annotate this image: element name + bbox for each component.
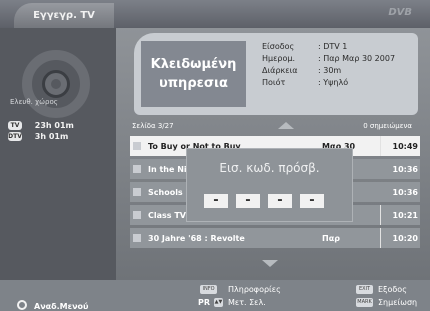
recording-row[interactable]: 30 Jahre '68 : Revolte Παρ 10:20 — [130, 228, 420, 248]
exit-help-label: Εξοδος — [378, 285, 407, 294]
dvb-logo: DVB — [388, 7, 412, 18]
pin-digit-2[interactable]: - — [236, 194, 260, 208]
locked-service-title-line1: Κλειδωμένη — [150, 57, 237, 72]
page-updown-icon: ▲▼ — [214, 298, 223, 307]
quality-row: Ποιότ : Υψηλό — [262, 78, 412, 90]
program-info-card: Κλειδωμένη υπηρεσια Είσοδος : DTV 1 Ημερο… — [134, 33, 418, 115]
input-row: Είσοδος : DTV 1 — [262, 42, 412, 54]
recorded-tv-screen: Εγγεγρ. TV DVB Ελευθ. χώρος TV 23h 01m D… — [0, 0, 430, 311]
mark-checkbox[interactable] — [133, 142, 141, 150]
recording-title: 30 Jahre '68 : Revolte — [148, 234, 245, 243]
recording-time: 10:20 — [392, 234, 418, 243]
dtv-duration-value: 3h 01m — [34, 132, 69, 141]
input-value: : DTV 1 — [318, 42, 348, 51]
recording-day: Παρ — [322, 234, 340, 243]
locked-service-title-line2: υπηρεσια — [159, 76, 228, 91]
page-indicator: Σελίδα 3/27 — [132, 122, 174, 130]
recorded-tv-tab[interactable]: Εγγεγρ. TV — [14, 3, 114, 28]
pin-digit-4[interactable]: - — [300, 194, 324, 208]
tv-duration-value: 23h 01m — [34, 121, 74, 130]
input-label: Είσοδος — [262, 42, 295, 51]
mark-checkbox[interactable] — [133, 165, 141, 173]
quality-label: Ποιότ — [262, 78, 286, 87]
recording-time: 10:49 — [392, 142, 418, 151]
storage-donut-icon — [22, 50, 90, 118]
mark-help-label: Σημείωση — [378, 298, 418, 307]
help-bar: Αναδ.Μενού INFO Πληροφορίες PR ▲▼ Μετ. Σ… — [0, 280, 430, 311]
mark-checkbox[interactable] — [133, 211, 141, 219]
date-label: Ημερομ. — [262, 54, 296, 63]
mark-key-icon: MARK — [356, 298, 373, 307]
info-key-icon: INFO — [200, 285, 217, 294]
pin-dialog-title: Εισ. κωδ. πρόσβ. — [219, 161, 320, 175]
tv-source-icon: TV — [8, 121, 22, 130]
program-details: Είσοδος: DTV 1 Ημερομ.: Παρ Μαρ 30 2007 … — [262, 42, 412, 90]
free-space-label: Ελευθ. χώρος — [10, 98, 58, 106]
locked-service-preview: Κλειδωμένη υπηρεσια — [141, 41, 246, 107]
replay-menu-label: Αναδ.Μενού — [34, 302, 89, 311]
dtv-source-icon: DTV — [8, 132, 22, 141]
duration-label: Διάρκεια — [262, 66, 298, 75]
pin-digit-3[interactable]: - — [268, 194, 292, 208]
duration-row: Διάρκεια : 30m — [262, 66, 412, 78]
page-move-label: Μετ. Σελ. — [228, 298, 266, 307]
pin-digit-1[interactable]: - — [204, 194, 228, 208]
exit-key-icon: EXIT — [356, 285, 373, 294]
list-header: Σελίδα 3/27 0 σημειώμενα — [124, 120, 424, 132]
date-value: : Παρ Μαρ 30 2007 — [318, 54, 396, 63]
duration-value: : 30m — [318, 66, 342, 75]
replay-icon — [17, 300, 27, 310]
dtv-recordings-duration: DTV 3h 01m — [8, 132, 68, 144]
marked-count: 0 σημειώμενα — [363, 122, 412, 130]
left-panel: Ελευθ. χώρος TV 23h 01m DTV 3h 01m — [0, 28, 116, 280]
scroll-down-icon[interactable] — [262, 260, 278, 267]
scroll-up-icon[interactable] — [278, 122, 294, 129]
top-bar: Εγγεγρ. TV DVB — [0, 0, 430, 28]
pr-label: PR — [198, 298, 211, 307]
pin-entry-dialog: Εισ. κωδ. πρόσβ. - - - - — [186, 148, 353, 222]
quality-value: : Υψηλό — [318, 78, 349, 87]
mark-checkbox[interactable] — [133, 188, 141, 196]
mark-checkbox[interactable] — [133, 234, 141, 242]
recording-time: 10:21 — [392, 211, 418, 220]
recording-time: 10:36 — [392, 165, 418, 174]
info-help-label: Πληροφορίες — [228, 285, 281, 294]
date-row: Ημερομ. : Παρ Μαρ 30 2007 — [262, 54, 412, 66]
recording-time: 10:36 — [392, 188, 418, 197]
